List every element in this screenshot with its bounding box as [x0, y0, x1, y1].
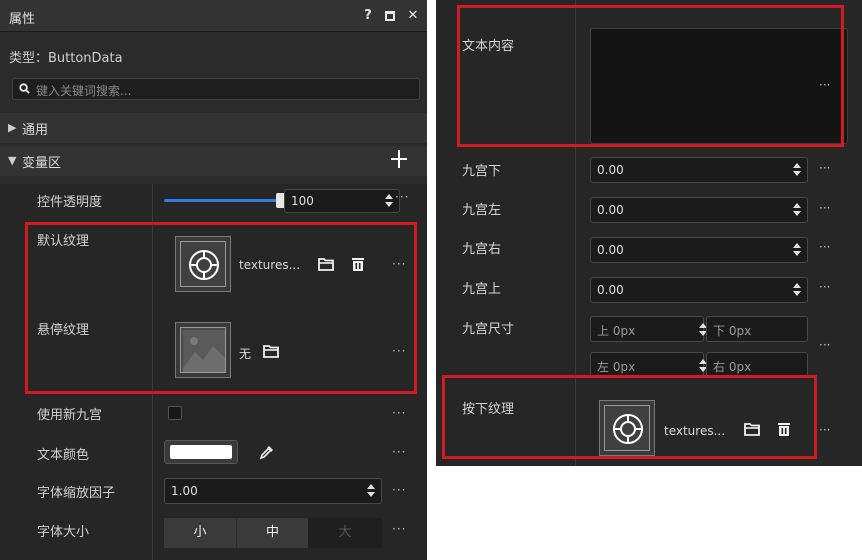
- spinner-icon[interactable]: [793, 162, 801, 178]
- opacity-more-button[interactable]: ···: [395, 190, 409, 204]
- highlight-box: [457, 5, 844, 147]
- collapse-icon: ▼: [8, 154, 17, 167]
- section-variables[interactable]: ▼ 变量区: [0, 146, 427, 176]
- nine-bottom-value: 0.00: [597, 163, 624, 177]
- color-fill: [170, 445, 232, 459]
- font-size-small-option[interactable]: 小: [164, 518, 236, 548]
- opacity-input[interactable]: 100: [284, 189, 400, 213]
- nine-left-label: 九宫左: [462, 203, 502, 218]
- eyedropper-icon[interactable]: [259, 444, 275, 460]
- use-nine-label: 使用新九宫: [37, 408, 103, 423]
- font-scale-value: 1.00: [171, 484, 198, 498]
- properties-panel: 属性 ? ✕ 类型：ButtonData 键入关键词搜索... ▶ 通用 ▼ 变…: [0, 0, 427, 560]
- pad-bottom-value: 下 0px: [713, 324, 752, 338]
- spinner-icon[interactable]: [793, 282, 801, 298]
- text-color-swatch[interactable]: [164, 440, 238, 464]
- nine-right-more-button[interactable]: ···: [819, 240, 830, 254]
- highlight-box: [442, 375, 817, 459]
- pad-top-value: 上 0px: [597, 324, 636, 338]
- highlight-box: [25, 222, 417, 394]
- font-size-segmented: 小 中 大: [164, 518, 382, 548]
- use-nine-more-button[interactable]: ···: [392, 406, 406, 420]
- section-general-label: 通用: [22, 123, 49, 138]
- spinner-icon[interactable]: [793, 242, 801, 258]
- use-nine-checkbox[interactable]: [168, 406, 182, 420]
- spinner-icon[interactable]: [385, 193, 393, 209]
- maximize-button[interactable]: [381, 6, 399, 26]
- panel-title-bar: 属性 ? ✕: [0, 0, 427, 32]
- pad-right-value: 右 0px: [713, 360, 752, 374]
- section-general[interactable]: ▶ 通用: [0, 113, 427, 143]
- font-size-large-option[interactable]: 大: [308, 518, 382, 548]
- opacity-slider[interactable]: [164, 199, 282, 202]
- nine-size-more-button[interactable]: ···: [819, 338, 830, 352]
- text-color-more-button[interactable]: ···: [392, 445, 406, 459]
- panel-title: 属性: [9, 12, 36, 27]
- text-color-label: 文本颜色: [37, 448, 90, 463]
- font-scale-label: 字体缩放因子: [37, 486, 116, 501]
- nine-left-input[interactable]: 0.00: [590, 197, 808, 223]
- nine-right-label: 九宫右: [462, 242, 502, 257]
- nine-right-input[interactable]: 0.00: [590, 237, 808, 263]
- opacity-value: 100: [291, 194, 314, 208]
- add-variable-button[interactable]: [389, 148, 409, 170]
- section-variables-label: 变量区: [22, 156, 62, 171]
- font-size-medium-option[interactable]: 中: [236, 518, 308, 548]
- spinner-icon[interactable]: [367, 483, 375, 499]
- font-scale-input[interactable]: 1.00: [164, 478, 382, 504]
- nine-top-input[interactable]: 0.00: [590, 277, 808, 303]
- type-label: 类型：ButtonData: [9, 51, 123, 66]
- help-button[interactable]: ?: [359, 6, 377, 26]
- pressed-texture-more-button[interactable]: ···: [819, 423, 830, 437]
- pad-top-input[interactable]: 上 0px: [590, 316, 707, 342]
- nine-right-value: 0.00: [597, 243, 624, 257]
- pad-left-value: 左 0px: [597, 360, 636, 374]
- font-size-label: 字体大小: [37, 525, 90, 540]
- spinner-icon[interactable]: [793, 202, 801, 218]
- search-input[interactable]: 键入关键词搜索...: [12, 78, 420, 100]
- expand-icon: ▶: [8, 121, 17, 134]
- nine-bottom-label: 九宫下: [462, 164, 502, 179]
- nine-bottom-input[interactable]: 0.00: [590, 157, 808, 183]
- nine-left-value: 0.00: [597, 203, 624, 217]
- nine-top-more-button[interactable]: ···: [819, 280, 830, 294]
- font-scale-more-button[interactable]: ···: [392, 483, 406, 497]
- search-icon: [19, 83, 30, 94]
- nine-top-value: 0.00: [597, 283, 624, 297]
- font-size-more-button[interactable]: ···: [392, 522, 406, 536]
- nine-left-more-button[interactable]: ···: [819, 201, 830, 215]
- nine-bottom-more-button[interactable]: ···: [819, 161, 830, 175]
- nine-top-label: 九宫上: [462, 282, 502, 297]
- maximize-icon: [385, 11, 395, 21]
- pad-bottom-input[interactable]: 下 0px: [706, 316, 808, 342]
- nine-size-label: 九宫尺寸: [462, 322, 515, 337]
- search-placeholder: 键入关键词搜索...: [36, 84, 132, 98]
- close-button[interactable]: ✕: [404, 6, 422, 26]
- properties-panel-continued: 文本内容 ··· 九宫下 0.00 ··· 九宫左 0.00 ··· 九宫右 0…: [436, 0, 862, 466]
- opacity-label: 控件透明度: [37, 195, 103, 210]
